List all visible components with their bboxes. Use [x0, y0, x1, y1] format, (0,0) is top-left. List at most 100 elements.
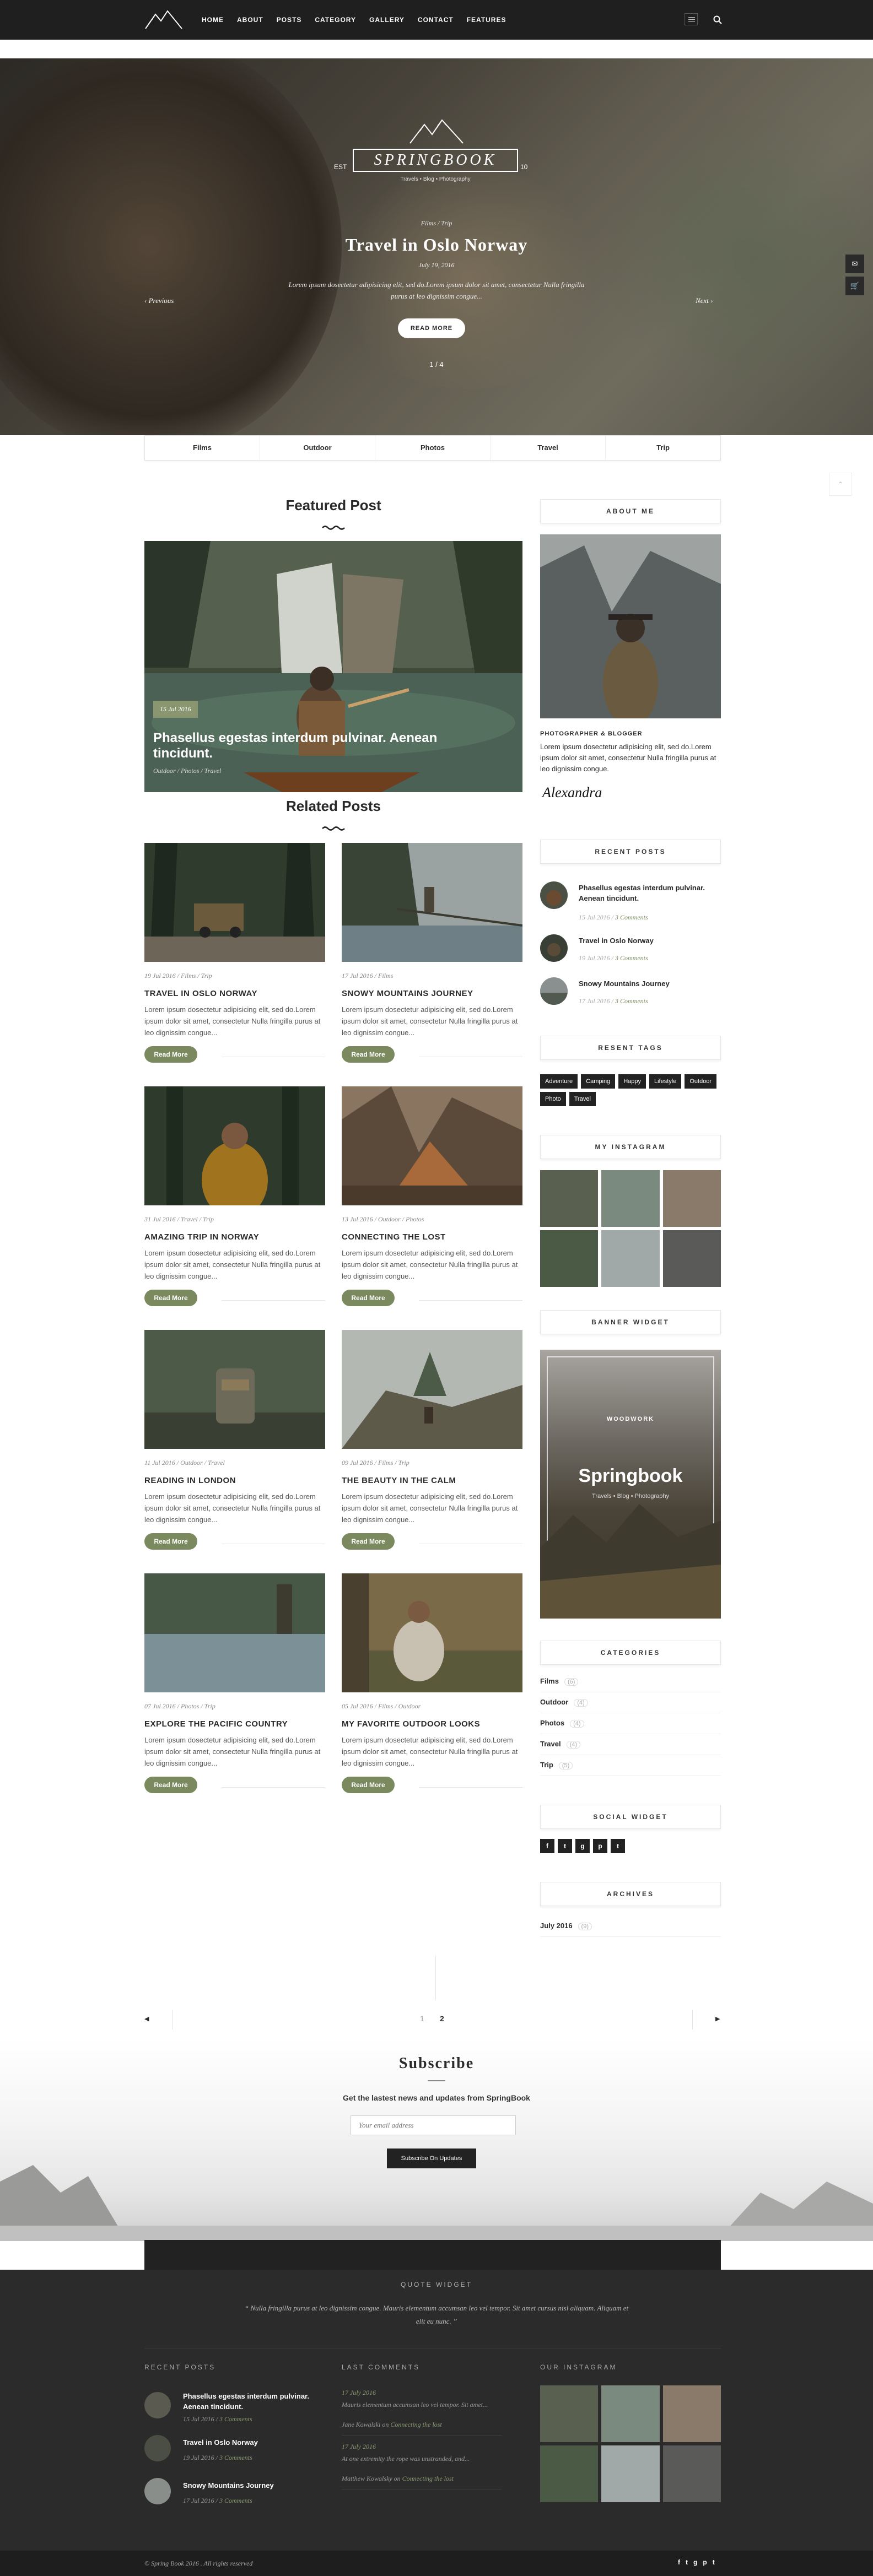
- pagination-page-1[interactable]: 1: [420, 2014, 424, 2023]
- tumblr-icon[interactable]: t: [611, 1839, 625, 1853]
- footer-recent-comments[interactable]: 3 Comments: [219, 2497, 252, 2504]
- category-tab-films[interactable]: Films: [145, 436, 260, 460]
- post-categories[interactable]: Photos / Trip: [181, 1702, 215, 1710]
- mail-icon[interactable]: ✉: [845, 255, 864, 273]
- post-thumbnail[interactable]: [144, 1086, 325, 1205]
- read-more-button[interactable]: Read More: [144, 1533, 197, 1550]
- instagram-photo[interactable]: [601, 2445, 660, 2502]
- pinterest-icon[interactable]: p: [593, 1839, 607, 1853]
- post-categories[interactable]: Outdoor / Travel: [180, 1459, 225, 1466]
- subscribe-email-input[interactable]: [351, 2115, 516, 2135]
- post-title[interactable]: CONNECTING THE LOST: [342, 1232, 522, 1242]
- post-thumbnail[interactable]: [342, 1573, 522, 1692]
- comment-post-link[interactable]: Connecting the lost: [390, 2421, 441, 2428]
- post-thumbnail[interactable]: [342, 1330, 522, 1449]
- post-thumbnail[interactable]: [144, 1573, 325, 1692]
- instagram-icon[interactable]: g: [693, 2558, 697, 2566]
- post-title[interactable]: MY FAVORITE OUTDOOR LOOKS: [342, 1719, 522, 1729]
- category-tab-photos[interactable]: Photos: [375, 436, 491, 460]
- recent-post-item[interactable]: Travel in Oslo Norway 19 Jul 2016 / 3 Com…: [540, 934, 721, 968]
- twitter-icon[interactable]: t: [558, 1839, 572, 1853]
- post-title[interactable]: READING IN LONDON: [144, 1476, 325, 1485]
- category-name[interactable]: Travel: [540, 1740, 561, 1748]
- category-item[interactable]: Photos (4): [540, 1713, 721, 1734]
- search-icon[interactable]: [713, 15, 722, 24]
- pagination-prev-icon[interactable]: ◀: [144, 2015, 149, 2022]
- archive-name[interactable]: July 2016: [540, 1922, 573, 1930]
- instagram-photo[interactable]: [662, 1170, 721, 1227]
- read-more-button[interactable]: Read More: [144, 1290, 197, 1306]
- footer-recent-title[interactable]: Snowy Mountains Journey: [183, 2480, 274, 2491]
- read-more-button[interactable]: Read More: [342, 1290, 395, 1306]
- post-categories[interactable]: Films: [378, 972, 393, 979]
- hero-title[interactable]: Travel in Oslo Norway: [0, 235, 873, 255]
- post-categories[interactable]: Outdoor / Photos: [378, 1215, 424, 1223]
- category-name[interactable]: Outdoor: [540, 1698, 568, 1706]
- post-title[interactable]: EXPLORE THE PACIFIC COUNTRY: [144, 1719, 325, 1729]
- instagram-photo[interactable]: [601, 2385, 660, 2442]
- instagram-photo[interactable]: [662, 1230, 721, 1287]
- recent-post-title[interactable]: Snowy Mountains Journey: [579, 978, 716, 989]
- tag-item[interactable]: Adventure: [540, 1074, 578, 1089]
- nav-features[interactable]: FEATURES: [467, 16, 506, 24]
- category-tab-trip[interactable]: Trip: [606, 436, 720, 460]
- tag-item[interactable]: Photo: [540, 1092, 566, 1106]
- recent-post-comments[interactable]: 3 Comments: [615, 997, 648, 1005]
- post-thumbnail[interactable]: [144, 843, 325, 962]
- instagram-photo[interactable]: [540, 1170, 599, 1227]
- tag-item[interactable]: Travel: [569, 1092, 596, 1106]
- read-more-button[interactable]: Read More: [342, 1777, 395, 1793]
- archive-item[interactable]: July 2016 (9): [540, 1916, 721, 1937]
- tag-item[interactable]: Camping: [581, 1074, 616, 1089]
- post-title[interactable]: TRAVEL IN OSLO NORWAY: [144, 989, 325, 998]
- tag-item[interactable]: Happy: [618, 1074, 646, 1089]
- subscribe-button[interactable]: Subscribe On Updates: [387, 2149, 476, 2168]
- banner-widget-image[interactable]: WOODWORK Springbook Travels • Blog • Pho…: [540, 1350, 721, 1619]
- pinterest-icon[interactable]: p: [703, 2558, 707, 2566]
- pagination-page-2[interactable]: 2: [440, 2014, 444, 2023]
- category-name[interactable]: Films: [540, 1677, 559, 1685]
- footer-recent-comments[interactable]: 3 Comments: [219, 2415, 252, 2423]
- facebook-icon[interactable]: f: [540, 1839, 554, 1853]
- hero-categories[interactable]: Films / Trip: [0, 219, 873, 228]
- category-tab-travel[interactable]: Travel: [491, 436, 606, 460]
- post-thumbnail[interactable]: [342, 1086, 522, 1205]
- instagram-photo[interactable]: [601, 1170, 660, 1227]
- read-more-button[interactable]: Read More: [342, 1533, 395, 1550]
- post-title[interactable]: THE BEAUTY IN THE CALM: [342, 1476, 522, 1485]
- twitter-icon[interactable]: t: [686, 2558, 688, 2566]
- footer-recent-title[interactable]: Travel in Oslo Norway: [183, 2437, 258, 2448]
- hero-next-button[interactable]: Next ›: [696, 296, 713, 305]
- read-more-button[interactable]: Read More: [342, 1046, 395, 1063]
- comment-post-link[interactable]: Connecting the lost: [402, 2475, 454, 2482]
- category-item[interactable]: Trip (5): [540, 1755, 721, 1776]
- tag-item[interactable]: Lifestyle: [649, 1074, 682, 1089]
- instagram-icon[interactable]: g: [575, 1839, 590, 1853]
- category-item[interactable]: Travel (4): [540, 1734, 721, 1755]
- nav-home[interactable]: HOME: [202, 16, 224, 24]
- pagination-next-icon[interactable]: ▶: [715, 2015, 720, 2022]
- nav-about[interactable]: ABOUT: [237, 16, 263, 24]
- featured-post-title[interactable]: Phasellus egestas interdum pulvinar. Aen…: [153, 730, 462, 761]
- post-thumbnail[interactable]: [342, 843, 522, 962]
- cart-icon[interactable]: 🛒: [845, 277, 864, 295]
- post-categories[interactable]: Films / Trip: [181, 972, 212, 979]
- tag-item[interactable]: Outdoor: [685, 1074, 717, 1089]
- tumblr-icon[interactable]: t: [713, 2558, 715, 2566]
- nav-gallery[interactable]: GALLERY: [369, 16, 405, 24]
- instagram-photo[interactable]: [601, 1230, 660, 1287]
- post-title[interactable]: AMAZING TRIP IN NORWAY: [144, 1232, 325, 1242]
- instagram-photo[interactable]: [540, 2445, 599, 2502]
- instagram-photo[interactable]: [662, 2445, 721, 2502]
- post-categories[interactable]: Films / Outdoor: [378, 1702, 421, 1710]
- scroll-top-icon[interactable]: ⌃: [829, 473, 852, 496]
- category-item[interactable]: Films (6): [540, 1671, 721, 1692]
- category-name[interactable]: Trip: [540, 1761, 553, 1769]
- recent-post-comments[interactable]: 3 Comments: [615, 954, 648, 962]
- category-item[interactable]: Outdoor (4): [540, 1692, 721, 1713]
- recent-post-item[interactable]: Phasellus egestas interdum pulvinar. Aen…: [540, 881, 721, 921]
- recent-post-item[interactable]: Snowy Mountains Journey 17 Jul 2016 / 3 C…: [540, 977, 721, 1011]
- post-thumbnail[interactable]: [144, 1330, 325, 1449]
- nav-posts[interactable]: POSTS: [277, 16, 302, 24]
- post-categories[interactable]: Films / Trip: [378, 1459, 409, 1466]
